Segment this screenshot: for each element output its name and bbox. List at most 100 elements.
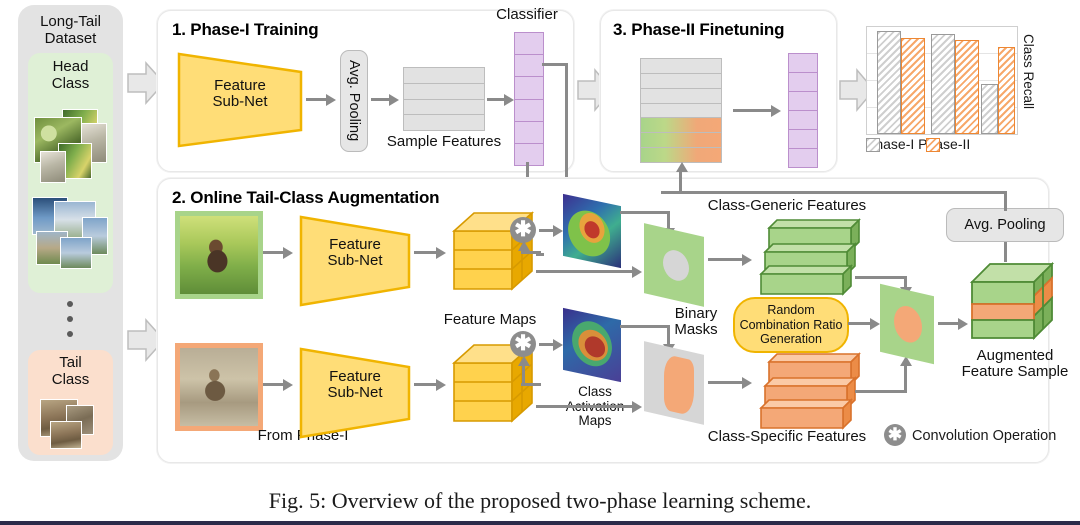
augmented-line2: Feature Sample (961, 363, 1069, 381)
dog-photo (180, 216, 258, 294)
feature-maps-label: Feature Maps (443, 311, 537, 328)
classifier-cell (789, 130, 817, 149)
classifier-cell (515, 144, 543, 165)
arrow-ratio-to-mix (848, 322, 870, 325)
conv-legend-icon: ✱ (884, 424, 906, 446)
class-specific-features-label: Class-Specific Features (707, 428, 867, 445)
tail-class-group: Tail Class (28, 350, 113, 455)
legend-swatch-phase1 (866, 138, 880, 152)
classifier-cell (789, 73, 817, 92)
fmaps-top-passthrough (536, 270, 632, 273)
arrow-subnet-to-pooling (306, 98, 326, 101)
class-generic-features-label: Class-Generic Features (707, 197, 867, 214)
head-class-label: Head Class (28, 58, 113, 93)
sample-features-label: Sample Features (386, 133, 502, 150)
class-activation-map-bottom (563, 307, 621, 383)
fmaps-bottom-riser (521, 360, 525, 384)
fmaps-top-route (521, 251, 541, 254)
head-class-image-stack-2 (32, 195, 110, 273)
phase2-avg-pooling: Avg. Pooling (946, 208, 1064, 242)
arrowhead (518, 241, 530, 251)
chart-ylabel: Class Recall (1021, 34, 1036, 110)
conv-operation-bottom: ✱ (510, 331, 536, 357)
phase3-feature-row-gray (641, 74, 721, 89)
phase2-subnet-top-line1: Feature (329, 236, 381, 253)
arrow-sample-to-classifier (487, 98, 504, 101)
bar-phase1 (877, 31, 901, 134)
dataset-title: Long-Tail Dataset (18, 13, 123, 48)
cam-heatmap (563, 307, 621, 383)
phase1-avg-pooling: Avg. Pooling (340, 50, 368, 152)
phase2-subnet-bottom-label: Feature Sub-Net (300, 368, 410, 401)
phase2-title: 2. Online Tail-Class Augmentation (172, 188, 440, 207)
pooling-to-phase3-h (661, 191, 1006, 194)
class-recall-chart: Phase-I Phase-II Class Recall (866, 26, 1046, 166)
binary-mask-top (644, 223, 704, 307)
figure-root: Long-Tail Dataset Head Class Tail Class … (0, 0, 1080, 525)
head-class-label-line1: Head (52, 58, 89, 75)
ellipsis-dot (67, 316, 73, 322)
phase3-feature-row-gray (641, 89, 721, 104)
phase2-avg-pooling-label: Avg. Pooling (964, 217, 1046, 233)
bar-phase1 (931, 34, 955, 134)
phase3-classifier (788, 53, 818, 168)
bar-phase2 (901, 38, 925, 134)
class-generic-features-stack (759, 218, 861, 296)
classifier-cell (515, 77, 543, 100)
phase2-subnet-top-line2: Sub-Net (327, 252, 383, 270)
ratio-line1: Random (767, 302, 815, 317)
head-class-label-line2: Class (51, 74, 90, 92)
tail-input-image-bottom (175, 343, 263, 431)
ellipsis-dot (67, 301, 73, 307)
thumbnail (50, 421, 82, 449)
conv-legend-label: Convolution Operation (912, 428, 1057, 444)
binary-mask-bottom (644, 341, 704, 425)
arrow-subnet-to-fmaps-bottom (414, 383, 436, 386)
classifier-cell (515, 100, 543, 122)
phase3-feature-stack (640, 58, 722, 163)
phase1-classifier (514, 32, 544, 166)
classifier-cell (789, 111, 817, 130)
phase1-subnet-label: Feature Sub-Net (180, 77, 300, 111)
mask-region (664, 353, 694, 417)
long-tail-dataset-panel: Long-Tail Dataset Head Class Tail Class (18, 5, 123, 461)
chart-plot-area (866, 26, 1018, 135)
arrow-mask-to-generic (708, 258, 742, 261)
arrowhead (632, 265, 642, 278)
class-specific-features-stack (759, 352, 861, 430)
mask-hole (663, 247, 689, 284)
classifier-cell (789, 92, 817, 111)
thumbnail (60, 237, 92, 269)
tail-class-image-stack (40, 399, 102, 449)
bar-phase2 (955, 40, 979, 134)
dataset-title-line1: Long-Tail (40, 13, 101, 30)
arrowhead (326, 93, 336, 106)
phase3-feature-row-augmented (641, 148, 721, 163)
classifier-cell (515, 122, 543, 144)
arrowhead (436, 246, 446, 259)
ratio-line3: Generation (760, 332, 822, 347)
classifier-cell (515, 33, 543, 56)
binary-masks-line1: Binary (674, 305, 718, 322)
pooling-riser (1004, 191, 1007, 211)
cam-top-to-mask (620, 211, 670, 214)
phase1-subnet-label-line2: Sub-Net (212, 93, 268, 111)
arrow-mask-to-specific (708, 381, 742, 384)
specific-to-mix-v (904, 366, 907, 391)
mix-region (894, 302, 922, 346)
arrow-conv-to-cam-bottom (539, 343, 553, 346)
arrow-pooling-to-sample (371, 98, 389, 101)
tail-class-label-line2: Class (51, 370, 90, 388)
arrowhead (870, 317, 880, 330)
arrow-mix-to-augmented (938, 322, 958, 325)
tail-class-label-line1: Tail (59, 354, 82, 371)
sample-feature-row (404, 100, 484, 116)
phase3-title: 3. Phase-II Finetuning (613, 20, 785, 39)
phase1-subnet-label-line1: Feature (214, 77, 266, 94)
augmented-feature-sample-cube (969, 261, 1055, 341)
sample-features-stack (403, 67, 485, 131)
sample-feature-row (404, 68, 484, 84)
bar-phase1 (981, 84, 998, 134)
classifier-label: Classifier (496, 6, 558, 23)
figure-caption: Fig. 5: Overview of the proposed two-pha… (268, 488, 812, 513)
